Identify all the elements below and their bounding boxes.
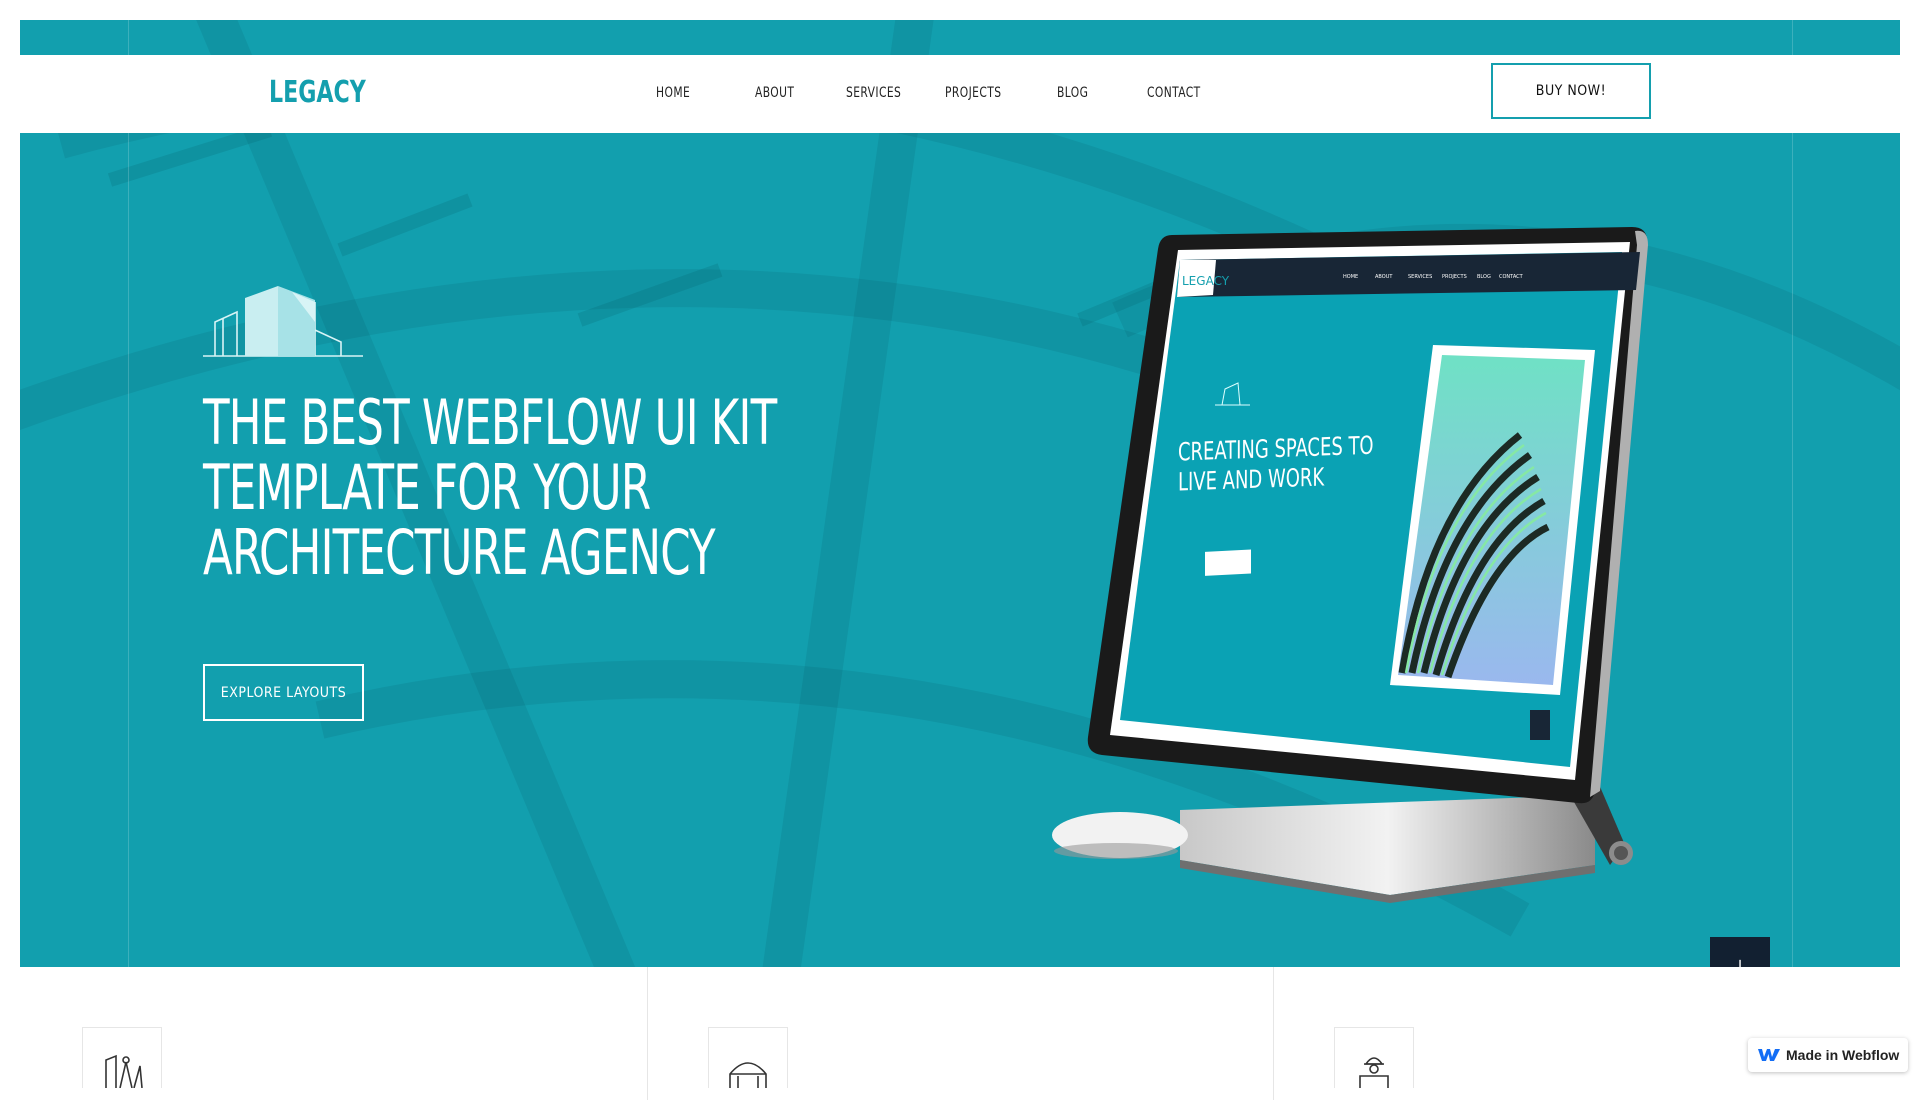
site-logo[interactable]: LEGACY bbox=[269, 75, 366, 110]
top-navigation: LEGACY HOME ABOUT SERVICES PROJECTS BLOG… bbox=[20, 55, 1900, 133]
webflow-logo-icon bbox=[1758, 1049, 1780, 1061]
monitor-mockup-illustration: LEGACY HOME ABOUT SERVICES PROJECTS BLOG CON… bbox=[1052, 227, 1648, 903]
buildings-outline-icon bbox=[203, 286, 363, 357]
svg-text:PROJECTS: PROJECTS bbox=[1442, 274, 1467, 280]
nav-item-services[interactable]: SERVICES bbox=[846, 85, 901, 101]
feature-icon-card-3 bbox=[1334, 1027, 1414, 1088]
nav-item-blog[interactable]: BLOG bbox=[1057, 85, 1088, 101]
feature-icon-card-2 bbox=[708, 1027, 788, 1088]
hero-headline-line-3: ARCHITECTURE AGENCY bbox=[203, 516, 716, 589]
scroll-down-button[interactable]: ↓ bbox=[1710, 937, 1770, 967]
column-divider bbox=[647, 967, 648, 1100]
hero-headline-line-2: TEMPLATE FOR YOUR bbox=[203, 451, 651, 524]
page-frame: THE BEST WEBFLOW UI KIT TEMPLATE FOR YOU… bbox=[20, 20, 1900, 1100]
column-divider bbox=[1273, 967, 1274, 1100]
hero-headline-line-1: THE BEST WEBFLOW UI KIT bbox=[203, 386, 777, 459]
made-in-webflow-badge[interactable]: Made in Webflow bbox=[1748, 1038, 1908, 1072]
nav-item-contact[interactable]: CONTACT bbox=[1147, 85, 1201, 101]
mockup-headline-2: LIVE AND WORK bbox=[1178, 463, 1325, 497]
hero-headline: THE BEST WEBFLOW UI KIT TEMPLATE FOR YOU… bbox=[203, 386, 777, 589]
explore-layouts-button[interactable]: EXPLORE LAYOUTS bbox=[203, 664, 364, 721]
guide-line-left bbox=[128, 20, 129, 967]
buy-now-button[interactable]: BUY NOW! bbox=[1491, 63, 1651, 119]
mockup-logo: LEGACY bbox=[1182, 274, 1230, 288]
svg-text:SERVICES: SERVICES bbox=[1408, 274, 1432, 280]
guide-line-right bbox=[1792, 20, 1793, 967]
worker-helmet-icon bbox=[1359, 1057, 1389, 1088]
drafting-tools-icon bbox=[105, 1054, 143, 1088]
features-section bbox=[20, 967, 1900, 1100]
svg-text:ABOUT: ABOUT bbox=[1375, 274, 1393, 280]
dome-building-icon bbox=[729, 1062, 767, 1088]
svg-text:CONTACT: CONTACT bbox=[1499, 274, 1524, 280]
hero-section: THE BEST WEBFLOW UI KIT TEMPLATE FOR YOU… bbox=[20, 20, 1900, 967]
arrow-down-icon: ↓ bbox=[1733, 956, 1747, 968]
nav-item-about[interactable]: ABOUT bbox=[755, 85, 794, 101]
nav-item-projects[interactable]: PROJECTS bbox=[945, 85, 1001, 101]
feature-icon-card-1 bbox=[82, 1027, 162, 1088]
nav-item-home[interactable]: HOME bbox=[656, 85, 690, 101]
svg-text:BLOG: BLOG bbox=[1477, 274, 1491, 280]
badge-label: Made in Webflow bbox=[1786, 1047, 1900, 1063]
svg-text:HOME: HOME bbox=[1343, 274, 1358, 280]
